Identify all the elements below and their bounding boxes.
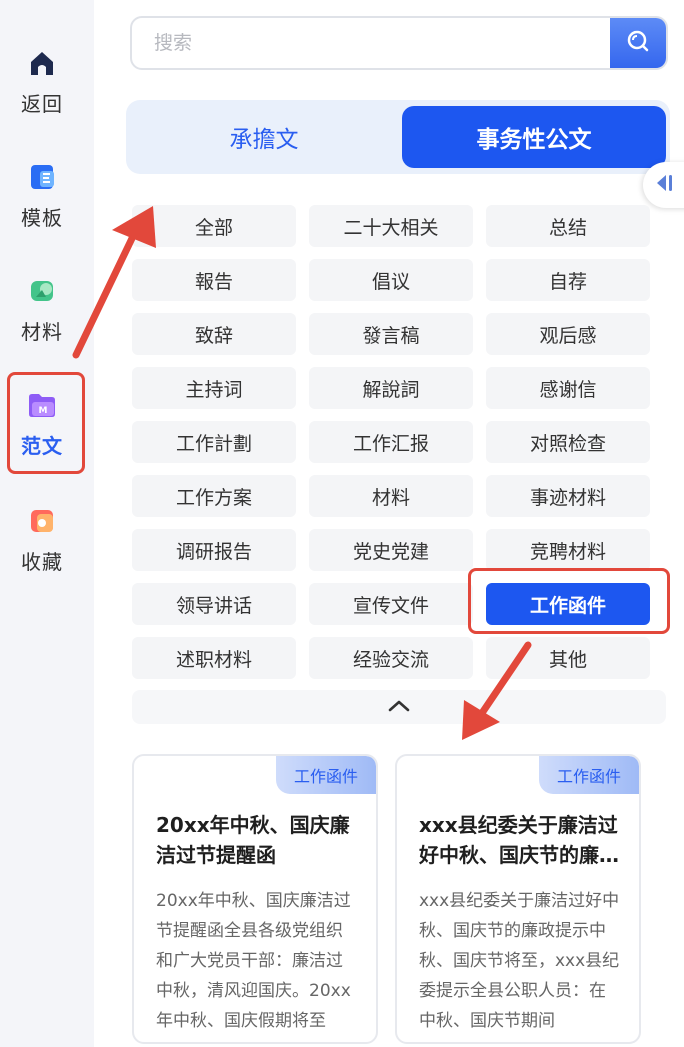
- category-chip[interactable]: 竞聘材料: [486, 529, 650, 571]
- home-icon: [27, 48, 57, 78]
- category-chip[interactable]: 報告: [132, 259, 296, 301]
- collapse-panel-icon: [655, 173, 677, 197]
- sidebar: 返回 模板 材料 M 范文 收藏: [0, 0, 94, 1047]
- card-title: xxx县纪委关于廉洁过好中秋、国庆节的廉政提示: [419, 813, 619, 867]
- document-card[interactable]: 工作函件 20xx年中秋、国庆廉洁过节提醒函 20xx年中秋、国庆廉洁过节提醒函…: [132, 754, 378, 1044]
- sidebar-item-back[interactable]: 返回: [0, 30, 84, 130]
- card-category-tag: 工作函件: [539, 756, 639, 794]
- search-icon: [625, 28, 651, 58]
- document-card[interactable]: 工作函件 xxx县纪委关于廉洁过好中秋、国庆节的廉政提示 xxx县纪委关于廉洁过…: [395, 754, 641, 1044]
- sidebar-item-material[interactable]: 材料: [0, 258, 84, 358]
- sidebar-item-template[interactable]: 模板: [0, 144, 84, 244]
- category-chip[interactable]: 發言稿: [309, 313, 473, 355]
- category-chip[interactable]: 工作汇报: [309, 421, 473, 463]
- category-chip[interactable]: 自荐: [486, 259, 650, 301]
- side-panel-handle[interactable]: [643, 162, 684, 208]
- category-chip[interactable]: 致辞: [132, 313, 296, 355]
- template-icon: [27, 162, 57, 192]
- category-chip[interactable]: 解說詞: [309, 367, 473, 409]
- category-chip[interactable]: 党史党建: [309, 529, 473, 571]
- category-chip[interactable]: 主持词: [132, 367, 296, 409]
- search-input[interactable]: [132, 18, 614, 68]
- category-chip[interactable]: 述职材料: [132, 637, 296, 679]
- category-chip[interactable]: 倡议: [309, 259, 473, 301]
- category-chip[interactable]: 领导讲话: [132, 583, 296, 625]
- annotation-highlight-frame: [7, 372, 85, 474]
- chevron-up-icon: [387, 698, 411, 717]
- collapse-categories-button[interactable]: [132, 690, 666, 724]
- card-excerpt: 20xx年中秋、国庆廉洁过节提醒函全县各级党组织和广大党员干部：廉洁过中秋，清风…: [156, 891, 351, 1031]
- sidebar-item-label: 材料: [21, 320, 63, 344]
- category-chip[interactable]: 其他: [486, 637, 650, 679]
- bookmark-icon: [27, 506, 57, 536]
- sidebar-item-label: 模板: [21, 206, 63, 230]
- annotation-highlight-frame: [468, 568, 670, 634]
- card-category-tag: 工作函件: [276, 756, 376, 794]
- sidebar-item-label: 返回: [21, 92, 63, 116]
- category-chip[interactable]: 总结: [486, 205, 650, 247]
- category-chip[interactable]: 材料: [309, 475, 473, 517]
- tab-transactional-doc[interactable]: 事务性公文: [402, 106, 666, 168]
- tab-bar: 承擔文 事务性公文: [126, 100, 670, 174]
- category-chip[interactable]: 感谢信: [486, 367, 650, 409]
- category-chip[interactable]: 事迹材料: [486, 475, 650, 517]
- category-chip[interactable]: 工作計劃: [132, 421, 296, 463]
- category-chip[interactable]: 工作方案: [132, 475, 296, 517]
- search-bar: [130, 16, 668, 70]
- sidebar-item-label: 收藏: [21, 550, 63, 574]
- sidebar-item-favorites[interactable]: 收藏: [0, 488, 84, 588]
- category-chip[interactable]: 经验交流: [309, 637, 473, 679]
- category-chip[interactable]: 宣传文件: [309, 583, 473, 625]
- card-title: 20xx年中秋、国庆廉洁过节提醒函: [156, 813, 350, 867]
- search-button[interactable]: [610, 18, 666, 68]
- category-chip[interactable]: 调研报告: [132, 529, 296, 571]
- category-chip[interactable]: 对照检查: [486, 421, 650, 463]
- category-chip[interactable]: 二十大相关: [309, 205, 473, 247]
- tab-undertaking-doc[interactable]: 承擔文: [130, 106, 398, 168]
- category-chip[interactable]: 观后感: [486, 313, 650, 355]
- category-chip[interactable]: 全部: [132, 205, 296, 247]
- material-icon: [27, 276, 57, 306]
- card-excerpt: xxx县纪委关于廉洁过好中秋、国庆节的廉政提示中秋、国庆节将至，xxx县纪委提示…: [419, 891, 620, 1031]
